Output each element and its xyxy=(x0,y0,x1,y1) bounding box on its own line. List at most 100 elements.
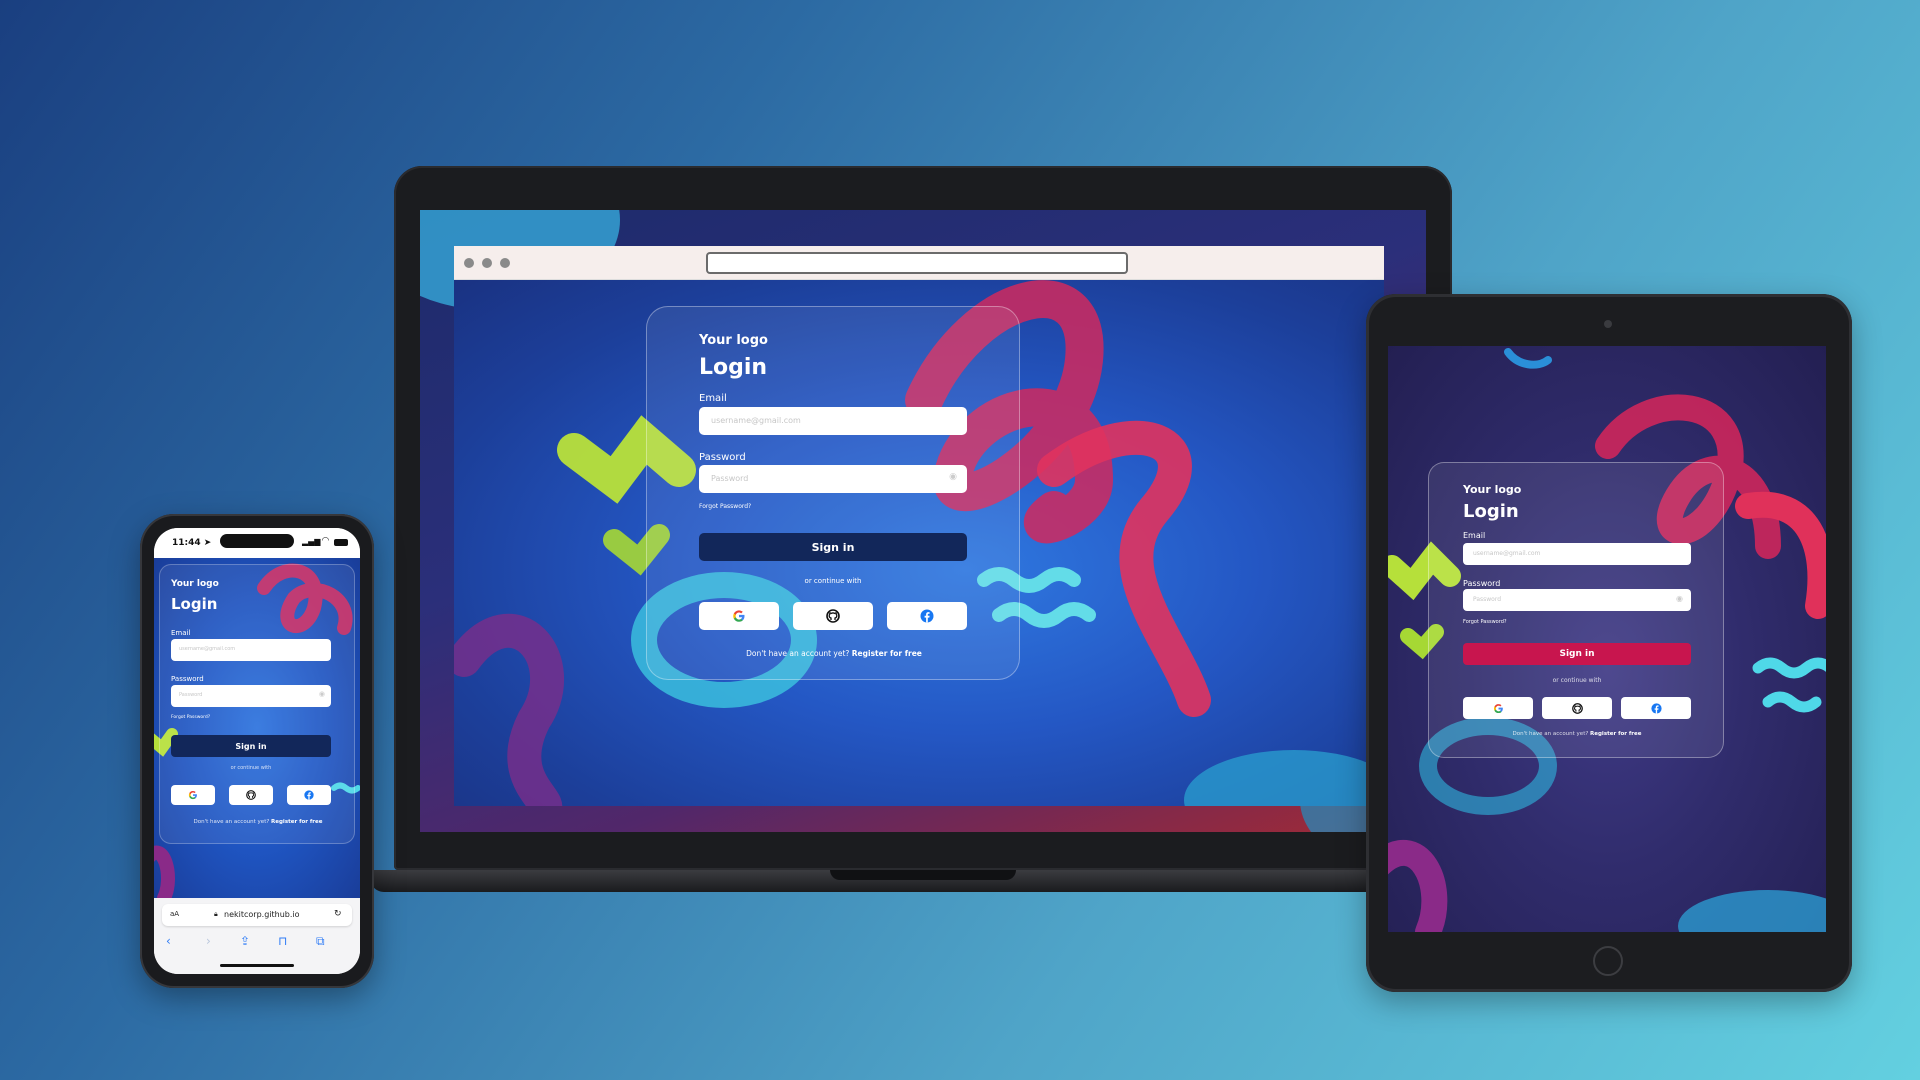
password-label: Password xyxy=(1463,579,1501,588)
phone-screen: 11:44 ➤ ▂▄▆ ◠ Your logo Login Email user… xyxy=(154,528,360,974)
reload-icon[interactable]: ↻ xyxy=(334,909,342,919)
back-icon[interactable]: ‹ xyxy=(166,934,171,948)
browser-page: Your logo Login Email username@gmail.com… xyxy=(454,280,1384,806)
phone-page: Your logo Login Email username@gmail.com… xyxy=(154,558,360,898)
status-bar: 11:44 ➤ ▂▄▆ ◠ xyxy=(154,528,360,558)
camera-icon xyxy=(1604,320,1612,328)
continue-with-text: or continue with xyxy=(230,765,272,771)
url-bar[interactable]: aA 🔒︎ nekitcorp.github.io ↻ xyxy=(162,904,352,926)
password-field[interactable]: Password ◉ xyxy=(1463,589,1691,611)
github-button[interactable] xyxy=(1542,697,1612,719)
email-field[interactable]: username@gmail.com xyxy=(171,639,331,661)
google-button[interactable] xyxy=(699,602,779,630)
no-account-text: Don't have an account yet? xyxy=(1512,731,1589,737)
tablet-device: Your logo Login Email username@gmail.com… xyxy=(1366,294,1852,992)
github-button[interactable] xyxy=(229,785,273,805)
url-text: nekitcorp.github.io xyxy=(224,910,300,919)
laptop-screen: Your logo Login Email username@gmail.com… xyxy=(420,210,1426,832)
email-field[interactable]: username@gmail.com xyxy=(699,407,967,435)
facebook-icon xyxy=(304,790,314,800)
brand-logo: Your logo xyxy=(1463,483,1522,496)
sign-in-button[interactable]: Sign in xyxy=(699,533,967,561)
no-account-text: Don't have an account yet? xyxy=(193,819,270,825)
google-icon xyxy=(733,610,745,622)
google-icon xyxy=(1493,703,1503,713)
brand-logo: Your logo xyxy=(699,333,768,348)
browser-toolbar xyxy=(454,246,1384,280)
forgot-password-link[interactable]: Forgot Password? xyxy=(1463,619,1507,625)
address-bar[interactable] xyxy=(706,252,1128,274)
continue-with-text: or continue with xyxy=(1552,677,1602,684)
bookmarks-icon[interactable]: ⊓ xyxy=(278,934,287,948)
password-placeholder: Password xyxy=(1473,596,1502,603)
home-button[interactable] xyxy=(1593,946,1623,976)
email-label: Email xyxy=(171,629,191,637)
email-field[interactable]: username@gmail.com xyxy=(1463,543,1691,565)
password-field[interactable]: Password ◉ xyxy=(171,685,331,707)
signal-icon: ▂▄▆ xyxy=(302,537,321,546)
password-label: Password xyxy=(171,675,204,683)
page-title: Login xyxy=(699,355,768,380)
browser-window: Your logo Login Email username@gmail.com… xyxy=(454,246,1384,806)
password-field[interactable]: Password ◉ xyxy=(699,465,967,493)
email-placeholder: username@gmail.com xyxy=(711,416,801,425)
safari-bottom-bar: aA 🔒︎ nekitcorp.github.io ↻ ‹ › ⇪ ⊓ ⧉ xyxy=(154,898,360,974)
google-button[interactable] xyxy=(171,785,215,805)
google-button[interactable] xyxy=(1463,697,1533,719)
page-title: Login xyxy=(171,595,218,613)
share-icon[interactable]: ⇪ xyxy=(240,934,250,948)
eye-icon[interactable]: ◉ xyxy=(1676,594,1683,603)
register-link[interactable]: Register for free xyxy=(1590,731,1641,737)
facebook-icon xyxy=(1650,702,1662,714)
laptop-notch xyxy=(830,870,1016,880)
phone-device: 11:44 ➤ ▂▄▆ ◠ Your logo Login Email user… xyxy=(140,514,374,988)
facebook-button[interactable] xyxy=(287,785,331,805)
github-icon xyxy=(826,609,840,623)
facebook-button[interactable] xyxy=(1621,697,1691,719)
email-label: Email xyxy=(699,393,727,404)
register-link[interactable]: Register for free xyxy=(271,819,322,825)
facebook-button[interactable] xyxy=(887,602,967,630)
sign-in-button[interactable]: Sign in xyxy=(171,735,331,757)
window-maximize-dot[interactable] xyxy=(500,258,510,268)
window-minimize-dot[interactable] xyxy=(482,258,492,268)
tablet-screen: Your logo Login Email username@gmail.com… xyxy=(1388,346,1826,932)
register-prompt: Don't have an account yet? Register for … xyxy=(677,649,991,658)
password-placeholder: Password xyxy=(179,692,203,698)
login-card: Your logo Login Email username@gmail.com… xyxy=(159,564,355,844)
forgot-password-link[interactable]: Forgot Password? xyxy=(699,503,751,510)
wifi-icon: ◠ xyxy=(322,536,329,546)
lock-icon: 🔒︎ xyxy=(214,910,218,918)
github-icon xyxy=(1571,702,1583,714)
register-prompt: Don't have an account yet? Register for … xyxy=(1449,731,1705,737)
tabs-icon[interactable]: ⧉ xyxy=(316,934,325,949)
laptop-device: Your logo Login Email username@gmail.com… xyxy=(370,166,1476,892)
email-placeholder: username@gmail.com xyxy=(1473,550,1541,557)
register-prompt: Don't have an account yet? Register for … xyxy=(160,819,356,825)
text-size-button[interactable]: aA xyxy=(170,910,179,918)
github-button[interactable] xyxy=(793,602,873,630)
window-close-dot[interactable] xyxy=(464,258,474,268)
brand-logo: Your logo xyxy=(171,579,219,589)
page-title: Login xyxy=(1463,501,1519,522)
password-label: Password xyxy=(699,452,746,463)
google-icon xyxy=(188,790,197,800)
eye-icon[interactable]: ◉ xyxy=(949,472,957,482)
login-card: Your logo Login Email username@gmail.com… xyxy=(646,306,1020,680)
no-account-text: Don't have an account yet? xyxy=(746,649,850,658)
login-card: Your logo Login Email username@gmail.com… xyxy=(1428,462,1724,758)
register-link[interactable]: Register for free xyxy=(852,649,922,658)
github-icon xyxy=(246,790,256,800)
email-label: Email xyxy=(1463,531,1486,540)
battery-icon xyxy=(334,539,348,546)
eye-icon[interactable]: ◉ xyxy=(319,690,325,698)
facebook-icon xyxy=(920,609,934,623)
sign-in-button[interactable]: Sign in xyxy=(1463,643,1691,665)
status-time: 11:44 ➤ xyxy=(172,538,212,548)
email-placeholder: username@gmail.com xyxy=(179,646,236,652)
phone-notch xyxy=(220,534,294,548)
forgot-password-link[interactable]: Forgot Password? xyxy=(171,715,210,720)
home-indicator xyxy=(220,964,294,967)
forward-icon[interactable]: › xyxy=(206,934,211,948)
continue-with-text: or continue with xyxy=(804,577,862,585)
